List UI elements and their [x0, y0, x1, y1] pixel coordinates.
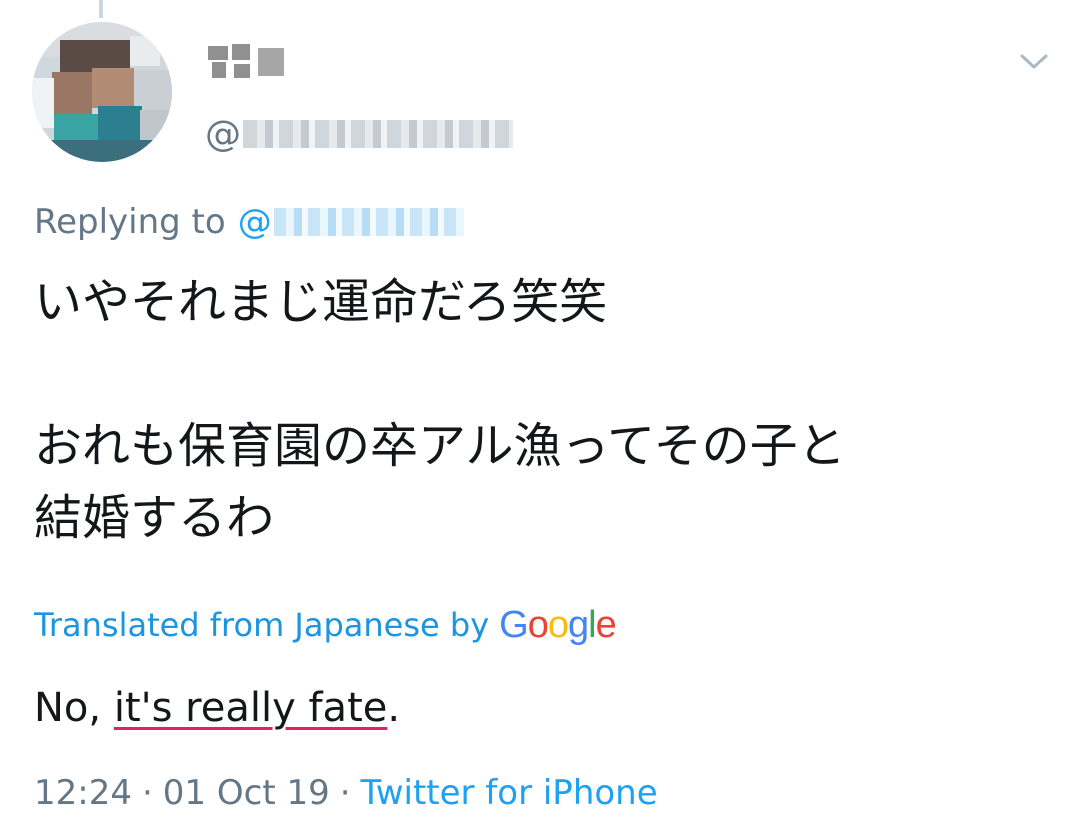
translation-text: No, it's really fate .	[34, 680, 400, 736]
tweet-metadata: 12:24 · 01 Oct 19 · Twitter for iPhone	[34, 768, 658, 818]
google-logo: Google	[499, 603, 617, 646]
meta-separator: ·	[141, 773, 153, 813]
tweet-line-3: 結婚するわ	[34, 490, 275, 546]
tweet-time: 12:24	[34, 773, 132, 813]
display-name-redacted[interactable]	[208, 44, 290, 80]
translated-by-google[interactable]: Translated from Japanese by Google	[34, 600, 617, 650]
translation-suffix: .	[387, 685, 401, 731]
chevron-down-icon	[1020, 54, 1048, 69]
tweet-menu-button[interactable]	[1020, 50, 1048, 72]
tweet-date: 01 Oct 19	[162, 773, 330, 813]
user-handle[interactable]: @	[205, 112, 513, 156]
avatar[interactable]	[32, 22, 172, 162]
translation-underlined: it's really fate	[113, 685, 388, 731]
tweet-body: いやそれまじ運命だろ笑笑 おれも保育園の卒アル漁ってその子と 結婚するわ	[34, 266, 1044, 554]
tweet-line-1: いやそれまじ運命だろ笑笑	[34, 274, 608, 330]
handle-at-symbol: @	[205, 113, 241, 155]
tweet-line-2: おれも保育園の卒アル漁ってその子と	[34, 418, 846, 474]
handle-redacted	[243, 120, 513, 148]
thread-connector-line	[99, 0, 103, 18]
meta-separator: ·	[339, 773, 351, 813]
translation-prefix: No,	[34, 685, 114, 731]
reply-mention-at[interactable]: @	[238, 202, 272, 242]
replying-to-label: Replying to	[34, 202, 226, 242]
translated-label: Translated from Japanese by	[34, 606, 490, 644]
tweet-source-link[interactable]: Twitter for iPhone	[361, 773, 658, 813]
reply-mention-redacted[interactable]	[273, 208, 464, 236]
replying-to: Replying to @	[34, 198, 464, 246]
